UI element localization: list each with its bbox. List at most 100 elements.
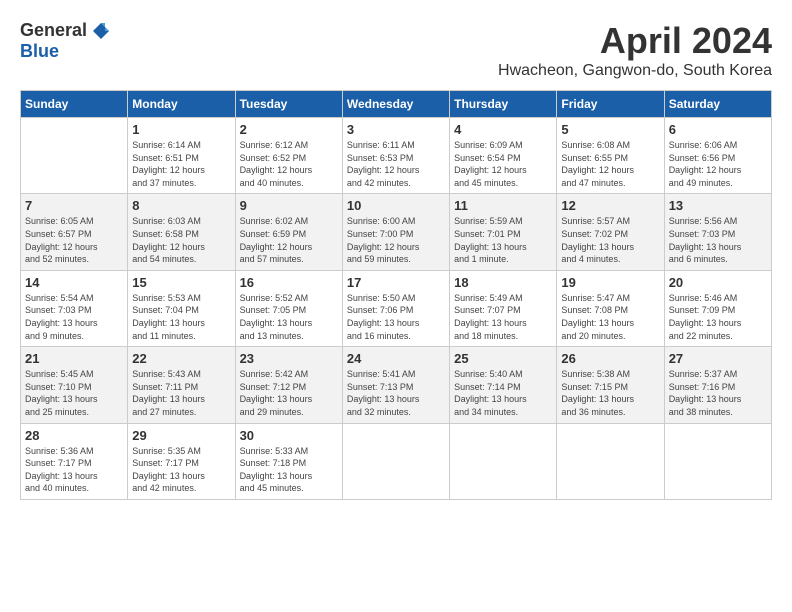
day-number: 21: [25, 351, 123, 366]
calendar-cell: 5 Sunrise: 6:08 AM Sunset: 6:55 PM Daylig…: [557, 118, 664, 194]
calendar-cell: 30 Sunrise: 5:33 AM Sunset: 7:18 PM Dayli…: [235, 423, 342, 499]
day-number: 1: [132, 122, 230, 137]
day-info: Sunrise: 5:50 AM Sunset: 7:06 PM Dayligh…: [347, 292, 445, 342]
day-info: Sunrise: 6:03 AM Sunset: 6:58 PM Dayligh…: [132, 215, 230, 265]
day-number: 22: [132, 351, 230, 366]
day-number: 23: [240, 351, 338, 366]
calendar-cell: 19Sunrise: 5:47 AM Sunset: 7:08 PM Dayli…: [557, 270, 664, 346]
logo: General Blue: [20, 20, 111, 62]
calendar-cell: 13 Sunrise: 5:56 AM Sunset: 7:03 PM Dayli…: [664, 194, 771, 270]
day-number: 9: [240, 198, 338, 213]
day-info: Sunrise: 5:43 AM Sunset: 7:11 PM Dayligh…: [132, 368, 230, 418]
calendar-cell: [557, 423, 664, 499]
day-info: Sunrise: 5:36 AM Sunset: 7:17 PM Dayligh…: [25, 445, 123, 495]
day-info: Sunrise: 6:09 AM Sunset: 6:54 PM Dayligh…: [454, 139, 552, 189]
day-info: Sunrise: 6:14 AM Sunset: 6:51 PM Dayligh…: [132, 139, 230, 189]
logo-icon: [91, 21, 111, 41]
weekday-header: Saturday: [664, 91, 771, 118]
day-number: 5: [561, 122, 659, 137]
calendar-cell: 11 Sunrise: 5:59 AM Sunset: 7:01 PM Dayli…: [450, 194, 557, 270]
day-number: 15: [132, 275, 230, 290]
day-number: 8: [132, 198, 230, 213]
day-number: 16: [240, 275, 338, 290]
calendar-cell: [21, 118, 128, 194]
day-info: Sunrise: 5:46 AM Sunset: 7:09 PM Dayligh…: [669, 292, 767, 342]
day-number: 30: [240, 428, 338, 443]
month-title: April 2024: [498, 20, 772, 62]
day-number: 27: [669, 351, 767, 366]
calendar-cell: 12Sunrise: 5:57 AM Sunset: 7:02 PM Dayli…: [557, 194, 664, 270]
calendar-week: 1 Sunrise: 6:14 AM Sunset: 6:51 PM Daylig…: [21, 118, 772, 194]
day-info: Sunrise: 5:53 AM Sunset: 7:04 PM Dayligh…: [132, 292, 230, 342]
day-info: Sunrise: 5:52 AM Sunset: 7:05 PM Dayligh…: [240, 292, 338, 342]
day-info: Sunrise: 5:45 AM Sunset: 7:10 PM Dayligh…: [25, 368, 123, 418]
day-number: 3: [347, 122, 445, 137]
day-number: 25: [454, 351, 552, 366]
day-info: Sunrise: 5:59 AM Sunset: 7:01 PM Dayligh…: [454, 215, 552, 265]
day-info: Sunrise: 5:42 AM Sunset: 7:12 PM Dayligh…: [240, 368, 338, 418]
day-info: Sunrise: 5:38 AM Sunset: 7:15 PM Dayligh…: [561, 368, 659, 418]
weekday-header: Monday: [128, 91, 235, 118]
calendar-cell: 17 Sunrise: 5:50 AM Sunset: 7:06 PM Dayli…: [342, 270, 449, 346]
logo-general-text: General: [20, 20, 87, 41]
calendar-week: 14Sunrise: 5:54 AM Sunset: 7:03 PM Dayli…: [21, 270, 772, 346]
day-number: 2: [240, 122, 338, 137]
calendar-week: 7 Sunrise: 6:05 AM Sunset: 6:57 PM Daylig…: [21, 194, 772, 270]
calendar-cell: 16 Sunrise: 5:52 AM Sunset: 7:05 PM Dayli…: [235, 270, 342, 346]
calendar-table: SundayMondayTuesdayWednesdayThursdayFrid…: [20, 90, 772, 500]
weekday-header: Friday: [557, 91, 664, 118]
weekday-header: Sunday: [21, 91, 128, 118]
calendar-cell: 15 Sunrise: 5:53 AM Sunset: 7:04 PM Dayli…: [128, 270, 235, 346]
calendar-cell: [664, 423, 771, 499]
logo-blue-text: Blue: [20, 41, 59, 61]
calendar-cell: 8 Sunrise: 6:03 AM Sunset: 6:58 PM Daylig…: [128, 194, 235, 270]
title-section: April 2024 Hwacheon, Gangwon-do, South K…: [498, 20, 772, 80]
day-number: 24: [347, 351, 445, 366]
day-info: Sunrise: 5:47 AM Sunset: 7:08 PM Dayligh…: [561, 292, 659, 342]
day-number: 4: [454, 122, 552, 137]
calendar-cell: 10Sunrise: 6:00 AM Sunset: 7:00 PM Dayli…: [342, 194, 449, 270]
calendar-header: SundayMondayTuesdayWednesdayThursdayFrid…: [21, 91, 772, 118]
day-info: Sunrise: 6:08 AM Sunset: 6:55 PM Dayligh…: [561, 139, 659, 189]
day-number: 26: [561, 351, 659, 366]
day-number: 18: [454, 275, 552, 290]
weekday-header: Tuesday: [235, 91, 342, 118]
day-info: Sunrise: 6:12 AM Sunset: 6:52 PM Dayligh…: [240, 139, 338, 189]
calendar-cell: 29Sunrise: 5:35 AM Sunset: 7:17 PM Dayli…: [128, 423, 235, 499]
calendar-cell: 23 Sunrise: 5:42 AM Sunset: 7:12 PM Dayli…: [235, 347, 342, 423]
calendar-week: 28 Sunrise: 5:36 AM Sunset: 7:17 PM Dayli…: [21, 423, 772, 499]
calendar-cell: 25 Sunrise: 5:40 AM Sunset: 7:14 PM Dayli…: [450, 347, 557, 423]
calendar-cell: 9 Sunrise: 6:02 AM Sunset: 6:59 PM Daylig…: [235, 194, 342, 270]
calendar-cell: 27Sunrise: 5:37 AM Sunset: 7:16 PM Dayli…: [664, 347, 771, 423]
day-number: 13: [669, 198, 767, 213]
day-info: Sunrise: 5:40 AM Sunset: 7:14 PM Dayligh…: [454, 368, 552, 418]
weekday-header: Wednesday: [342, 91, 449, 118]
calendar-cell: 26 Sunrise: 5:38 AM Sunset: 7:15 PM Dayli…: [557, 347, 664, 423]
day-number: 20: [669, 275, 767, 290]
calendar-cell: 7 Sunrise: 6:05 AM Sunset: 6:57 PM Daylig…: [21, 194, 128, 270]
calendar-cell: 28 Sunrise: 5:36 AM Sunset: 7:17 PM Dayli…: [21, 423, 128, 499]
day-number: 29: [132, 428, 230, 443]
day-number: 14: [25, 275, 123, 290]
day-number: 17: [347, 275, 445, 290]
calendar-cell: 6Sunrise: 6:06 AM Sunset: 6:56 PM Daylig…: [664, 118, 771, 194]
calendar-cell: 14Sunrise: 5:54 AM Sunset: 7:03 PM Dayli…: [21, 270, 128, 346]
day-info: Sunrise: 5:33 AM Sunset: 7:18 PM Dayligh…: [240, 445, 338, 495]
day-info: Sunrise: 6:11 AM Sunset: 6:53 PM Dayligh…: [347, 139, 445, 189]
day-info: Sunrise: 6:02 AM Sunset: 6:59 PM Dayligh…: [240, 215, 338, 265]
calendar-cell: [342, 423, 449, 499]
day-number: 28: [25, 428, 123, 443]
calendar-cell: 18Sunrise: 5:49 AM Sunset: 7:07 PM Dayli…: [450, 270, 557, 346]
calendar-cell: [450, 423, 557, 499]
day-info: Sunrise: 6:05 AM Sunset: 6:57 PM Dayligh…: [25, 215, 123, 265]
calendar-cell: 22 Sunrise: 5:43 AM Sunset: 7:11 PM Dayli…: [128, 347, 235, 423]
day-info: Sunrise: 5:56 AM Sunset: 7:03 PM Dayligh…: [669, 215, 767, 265]
day-number: 11: [454, 198, 552, 213]
day-number: 7: [25, 198, 123, 213]
calendar-cell: 21 Sunrise: 5:45 AM Sunset: 7:10 PM Dayli…: [21, 347, 128, 423]
calendar-week: 21 Sunrise: 5:45 AM Sunset: 7:10 PM Dayli…: [21, 347, 772, 423]
calendar-cell: 20 Sunrise: 5:46 AM Sunset: 7:09 PM Dayli…: [664, 270, 771, 346]
calendar-cell: 24Sunrise: 5:41 AM Sunset: 7:13 PM Dayli…: [342, 347, 449, 423]
calendar-cell: 2 Sunrise: 6:12 AM Sunset: 6:52 PM Daylig…: [235, 118, 342, 194]
calendar-body: 1 Sunrise: 6:14 AM Sunset: 6:51 PM Daylig…: [21, 118, 772, 500]
